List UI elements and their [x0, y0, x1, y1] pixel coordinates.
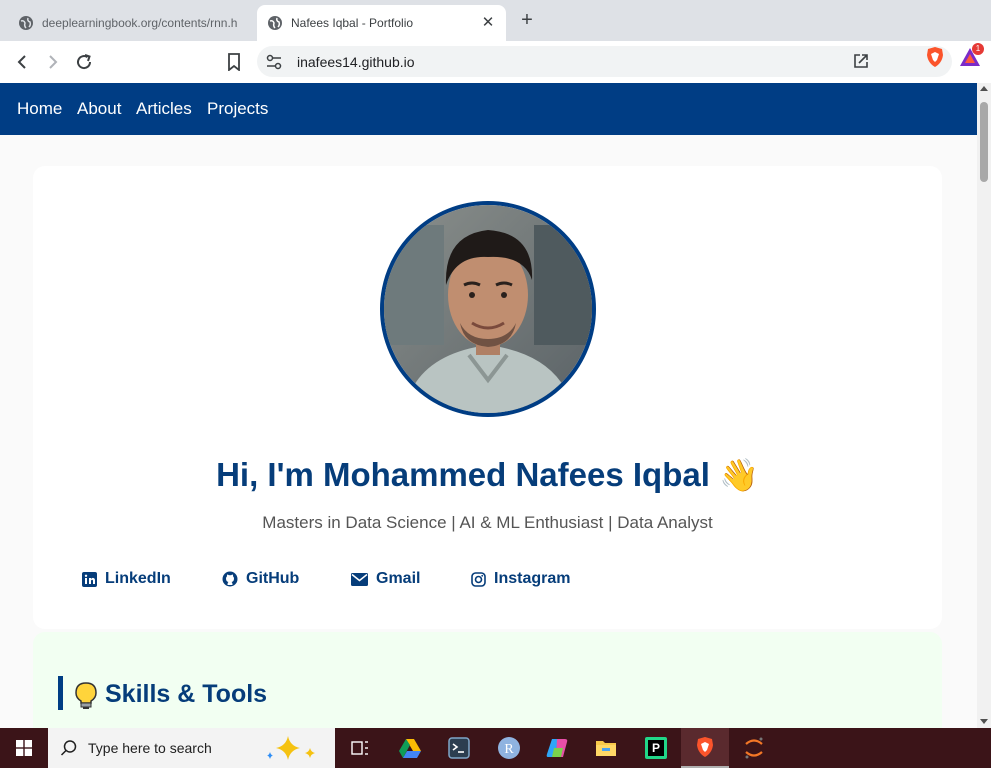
instagram-label: Instagram [494, 570, 571, 587]
tab-strip: deeplearningbook.org/contents/rnn.h Nafe… [0, 0, 991, 41]
linkedin-icon [82, 571, 97, 587]
linkedin-link[interactable]: LinkedIn [82, 570, 171, 588]
notification-badge: 1 [972, 43, 984, 55]
linkedin-label: LinkedIn [105, 570, 171, 587]
hero-card: Hi, I'm Mohammed Nafees Iqbal 👋 Masters … [33, 166, 942, 629]
globe-icon [19, 16, 33, 30]
windows-logo-icon [16, 740, 32, 756]
back-button[interactable] [9, 49, 35, 75]
jupyter-icon [745, 737, 763, 759]
skills-heading: Skills & Tools [105, 680, 268, 708]
scroll-down-arrow-icon[interactable] [980, 719, 988, 724]
taskbar-terminal[interactable] [435, 728, 483, 768]
waving-hand-icon: 👋 [719, 457, 759, 493]
brave-browser-icon [697, 737, 713, 757]
profile-photo [380, 201, 596, 417]
nav-about[interactable]: About [77, 99, 121, 119]
instagram-icon [471, 571, 486, 587]
svg-text:P: P [652, 741, 660, 755]
page-viewport: Home About Articles Projects Hi, I'm Moh… [0, 83, 977, 728]
reload-icon [77, 54, 92, 70]
taskbar-jupyter[interactable] [730, 728, 778, 768]
bookmark-icon [228, 53, 240, 71]
taskbar-search[interactable]: Type here to search [48, 728, 335, 768]
pycharm-icon: P [645, 737, 667, 759]
site-navbar: Home About Articles Projects [0, 83, 977, 135]
hero-title-text: Hi, I'm Mohammed Nafees Iqbal [216, 456, 710, 493]
search-placeholder: Type here to search [88, 740, 212, 756]
github-label: GitHub [246, 570, 300, 587]
profile-photo-illustration [384, 205, 592, 413]
r-language-icon: R [498, 737, 520, 759]
instagram-link[interactable]: Instagram [471, 570, 570, 588]
tab-portfolio[interactable]: Nafees Iqbal - Portfolio ✕ [257, 5, 506, 41]
github-link[interactable]: GitHub [222, 570, 299, 588]
lightbulb-icon [75, 682, 97, 709]
taskbar-pycharm[interactable]: P [632, 728, 680, 768]
reload-button[interactable] [71, 49, 97, 75]
taskbar-copilot[interactable] [534, 728, 582, 768]
new-tab-button[interactable]: + [516, 10, 538, 32]
arrow-left-icon [17, 55, 26, 69]
nav-home[interactable]: Home [17, 99, 62, 119]
start-button[interactable] [0, 728, 48, 768]
task-view-button[interactable] [336, 728, 384, 768]
task-view-icon [351, 741, 368, 755]
gmail-label: Gmail [376, 570, 421, 587]
terminal-icon [448, 737, 470, 759]
envelope-icon [351, 572, 368, 586]
nav-projects[interactable]: Projects [207, 99, 268, 119]
forward-button[interactable] [40, 49, 66, 75]
gmail-link[interactable]: Gmail [351, 570, 420, 588]
skills-section: Skills & Tools [33, 632, 942, 728]
svg-text:R: R [504, 742, 514, 757]
scroll-thumb[interactable] [980, 102, 988, 182]
close-tab-icon[interactable]: ✕ [480, 15, 496, 31]
globe-icon [268, 16, 282, 30]
tab-title: deeplearningbook.org/contents/rnn.h [42, 16, 238, 30]
brave-shields-icon[interactable] [925, 46, 945, 68]
address-bar[interactable]: inafees14.github.io [257, 46, 952, 77]
github-icon [222, 571, 238, 587]
nav-articles[interactable]: Articles [136, 99, 192, 119]
windows-taskbar: Type here to search R P [0, 728, 991, 768]
tab-deeplearningbook[interactable]: deeplearningbook.org/contents/rnn.h [8, 5, 253, 41]
taskbar-brave[interactable] [681, 728, 729, 768]
bookmark-button[interactable] [221, 49, 247, 75]
microsoft-copilot-icon [546, 739, 568, 757]
google-drive-icon [399, 739, 421, 758]
brave-rewards-button[interactable]: 1 [959, 43, 984, 68]
search-icon [60, 740, 77, 756]
arrow-right-icon [49, 55, 58, 69]
taskbar-file-explorer[interactable] [582, 728, 630, 768]
browser-toolbar: inafees14.github.io 1 [0, 41, 991, 84]
hero-heading: Hi, I'm Mohammed Nafees Iqbal 👋 [33, 456, 942, 494]
share-icon[interactable] [852, 52, 870, 70]
tab-title: Nafees Iqbal - Portfolio [291, 16, 414, 30]
vertical-scrollbar[interactable] [977, 83, 991, 728]
folder-icon [596, 741, 616, 756]
site-settings-icon[interactable] [265, 53, 283, 71]
hero-subtitle: Masters in Data Science | AI & ML Enthus… [262, 513, 713, 532]
section-accent-bar [58, 676, 63, 710]
taskbar-r-language[interactable]: R [485, 728, 533, 768]
sparkle-icon [267, 736, 315, 760]
url-text[interactable]: inafees14.github.io [297, 54, 415, 70]
taskbar-google-drive[interactable] [386, 728, 434, 768]
scroll-up-arrow-icon[interactable] [980, 86, 988, 91]
